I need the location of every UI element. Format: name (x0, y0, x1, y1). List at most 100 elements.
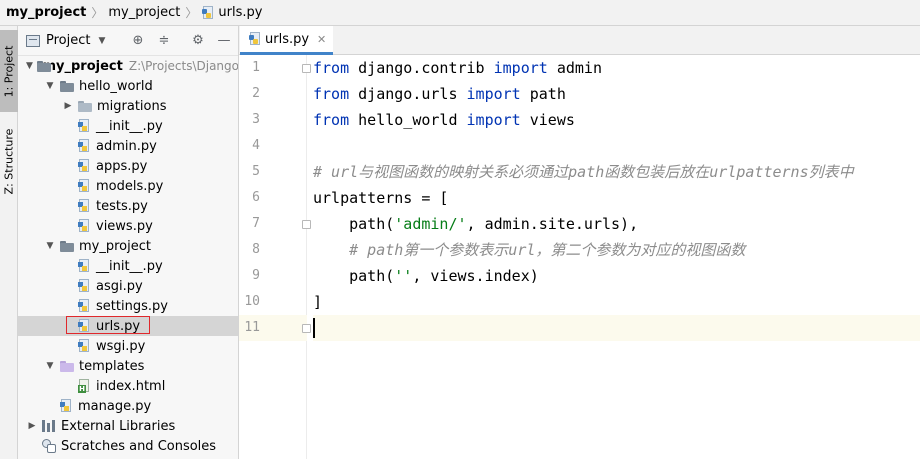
tree-item-file[interactable]: models.py (18, 176, 238, 196)
chevron-right-icon[interactable]: ▶ (26, 421, 38, 431)
tree-item-scratches[interactable]: Scratches and Consoles (18, 436, 238, 456)
keyword: import (493, 59, 548, 77)
tree-item-templates[interactable]: ▼ templates (18, 356, 238, 376)
root-label: my_project (42, 58, 123, 74)
breadcrumb-file[interactable]: urls.py (202, 5, 262, 20)
chevron-down-icon[interactable]: ▼ (44, 361, 56, 371)
tree-item-file[interactable]: H index.html (18, 376, 238, 396)
tool-tab-structure[interactable]: Z: Structure (0, 118, 18, 204)
python-file-icon (78, 139, 90, 153)
project-view-title[interactable]: Project (46, 33, 90, 48)
python-file-icon (78, 319, 90, 333)
code-line: ] (313, 293, 323, 311)
chevron-down-icon[interactable]: ▼ (44, 241, 56, 251)
python-file-icon (78, 159, 90, 173)
line-number: 7 (252, 216, 260, 231)
tree-item-file[interactable]: asgi.py (18, 276, 238, 296)
tree-item-label: migrations (97, 98, 167, 114)
fold-marker-icon[interactable] (302, 64, 311, 73)
project-panel-header: Project ▼ ⊕ ≑ ⚙ — (18, 26, 238, 56)
tree-item-root[interactable]: ▼ my_project Z:\Projects\Django (18, 56, 239, 76)
line-number: 11 (244, 320, 260, 335)
python-file-icon (78, 259, 90, 273)
python-file-icon (78, 179, 90, 193)
tree-item-urls-selected[interactable]: urls.py (18, 316, 238, 336)
tree-item-file[interactable]: views.py (18, 216, 238, 236)
tool-tab-project-label: 1: Project (2, 45, 16, 97)
string-literal: 'admin/' (394, 215, 467, 233)
tree-item-external-libraries[interactable]: ▶ External Libraries (18, 416, 238, 436)
line-number: 2 (252, 86, 260, 101)
tool-window-strip: 1: Project Z: Structure (0, 26, 18, 459)
tree-item-label: __init__.py (96, 258, 163, 274)
project-view-icon (26, 34, 40, 47)
module-name: hello_world (349, 111, 467, 129)
folder-icon (36, 60, 51, 72)
import-name: path (520, 85, 566, 103)
tree-item-migrations[interactable]: ▶ migrations (18, 96, 238, 116)
line-number-gutter: 1 2 3 4 5 6 7 8 9 10 11 (239, 55, 311, 459)
code-comment: # path第一个参数表示url，第二个参数为对应的视图函数 (313, 241, 746, 259)
code-area[interactable]: from django.contrib import admin from dj… (313, 55, 920, 459)
breadcrumb: my_project 〉 my_project 〉 urls.py (0, 0, 920, 26)
tree-item-label: urls.py (96, 318, 141, 334)
tree-item-label: manage.py (78, 398, 152, 414)
tree-item-hello-world[interactable]: ▼ hello_world (18, 76, 238, 96)
chevron-down-icon[interactable]: ▼ (44, 81, 56, 91)
editor-tab-urls[interactable]: urls.py ✕ (240, 26, 333, 55)
tree-item-label: wsgi.py (96, 338, 146, 354)
tree-item-label: index.html (96, 378, 166, 394)
root-path: Z:\Projects\Django (128, 59, 239, 73)
import-name: admin (547, 59, 602, 77)
fold-marker-icon[interactable] (302, 220, 311, 229)
editor-tab-label: urls.py (265, 31, 310, 47)
gear-icon[interactable]: ⚙ (190, 33, 206, 49)
text-caret (313, 318, 315, 338)
python-file-icon (60, 399, 72, 413)
scratches-icon (42, 439, 56, 453)
tree-item-file[interactable]: settings.py (18, 296, 238, 316)
folder-icon (60, 240, 74, 252)
tree-item-my-project[interactable]: ▼ my_project (18, 236, 238, 256)
code-token: , views.index) (412, 267, 539, 285)
code-line: path('', views.index) (313, 263, 539, 289)
python-file-icon (202, 5, 214, 20)
chevron-down-icon[interactable]: ▼ (26, 61, 33, 71)
module-name: django.urls (349, 85, 467, 103)
breadcrumb-project[interactable]: my_project (6, 5, 86, 20)
line-number: 1 (252, 60, 260, 75)
line-number: 10 (244, 294, 260, 309)
chevron-down-icon[interactable]: ▼ (98, 36, 105, 46)
breadcrumb-folder[interactable]: my_project (108, 5, 180, 20)
tree-item-file[interactable]: wsgi.py (18, 336, 238, 356)
code-line: from django.urls import path (313, 81, 566, 107)
locate-icon[interactable]: ⊕ (130, 33, 146, 49)
chevron-right-icon[interactable]: ▶ (62, 101, 74, 111)
tree-item-file[interactable]: admin.py (18, 136, 238, 156)
python-file-icon (78, 199, 90, 213)
tree-item-label: my_project (79, 238, 151, 254)
editor-tab-bar: urls.py ✕ (239, 26, 920, 55)
tree-item-label: admin.py (96, 138, 157, 154)
library-icon (42, 420, 56, 432)
python-file-icon (78, 119, 90, 133)
close-icon[interactable]: ✕ (317, 33, 326, 46)
tree-item-file[interactable]: __init__.py (18, 116, 238, 136)
collapse-all-icon[interactable]: ≑ (156, 33, 172, 49)
tool-tab-project[interactable]: 1: Project (0, 30, 18, 112)
line-number: 4 (252, 138, 260, 153)
tree-item-label: models.py (96, 178, 164, 194)
hide-panel-icon[interactable]: — (216, 33, 232, 49)
tree-item-file[interactable]: manage.py (18, 396, 238, 416)
code-comment: # url与视图函数的映射关系必须通过path函数包装后放在urlpattern… (313, 163, 854, 181)
breadcrumb-file-label: urls.py (218, 5, 263, 20)
keyword: import (466, 85, 521, 103)
python-file-icon (78, 219, 90, 233)
tree-item-file[interactable]: __init__.py (18, 256, 238, 276)
tree-item-file[interactable]: tests.py (18, 196, 238, 216)
import-name: views (520, 111, 575, 129)
fold-marker-icon[interactable] (302, 324, 311, 333)
tree-item-label: Scratches and Consoles (61, 438, 217, 454)
line-number: 9 (252, 268, 260, 283)
tree-item-file[interactable]: apps.py (18, 156, 238, 176)
